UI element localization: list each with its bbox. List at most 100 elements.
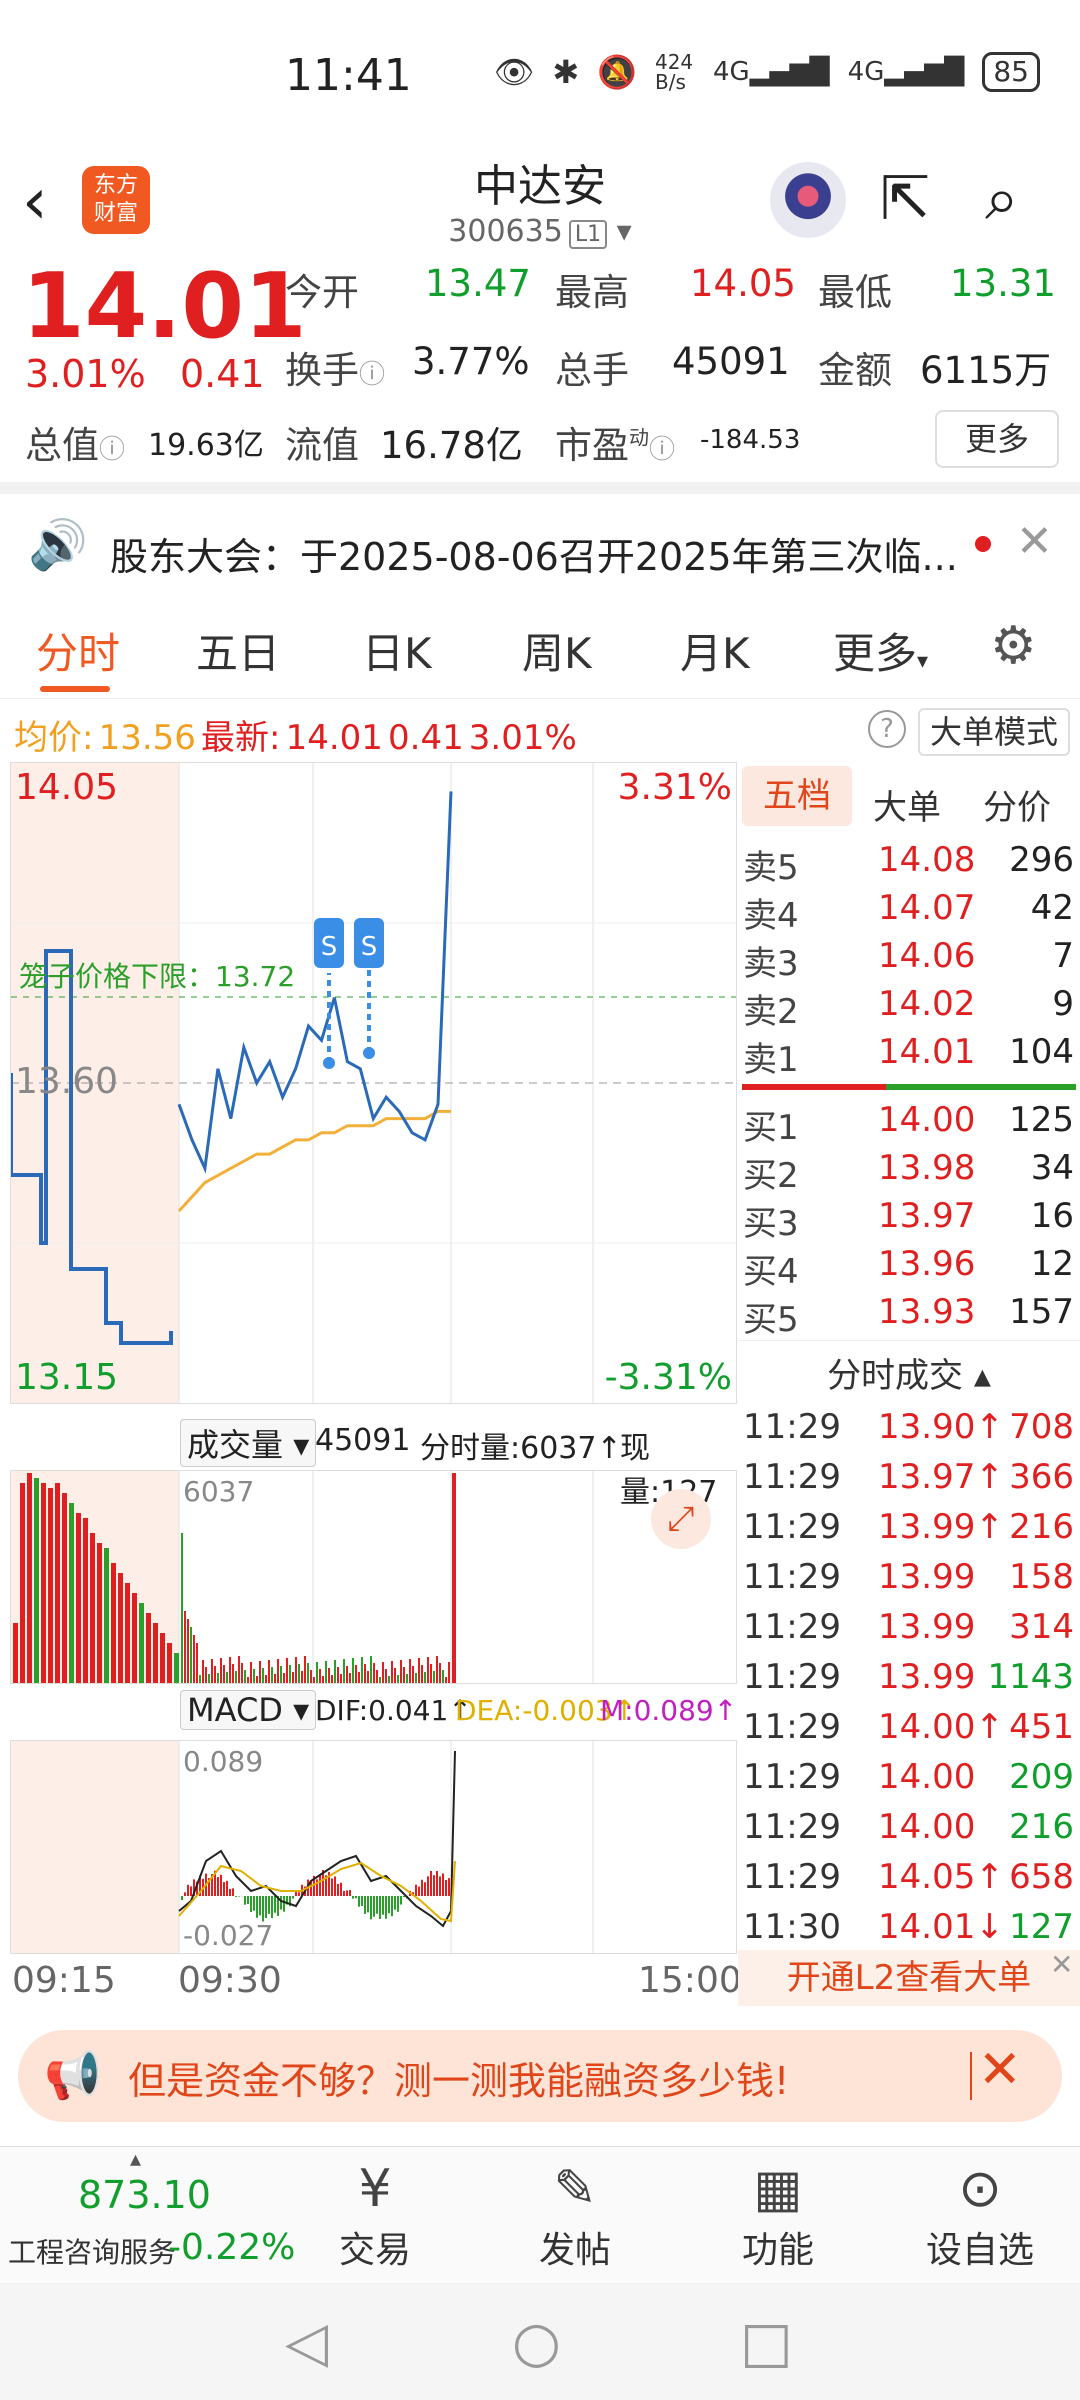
tab-more[interactable]: 更多▾ bbox=[833, 620, 928, 681]
macd-bar bbox=[394, 1896, 396, 1910]
macd-bar bbox=[424, 1882, 426, 1896]
volume-bar bbox=[397, 1675, 399, 1683]
buy-level-row[interactable]: 买4 13.96 12 bbox=[738, 1244, 1080, 1292]
volume-bar bbox=[328, 1668, 330, 1683]
open-l2-button[interactable]: 开通L2查看大单 bbox=[738, 1950, 1080, 2006]
share-icon[interactable]: ⇱ bbox=[880, 164, 930, 234]
system-home-icon[interactable]: ○ bbox=[512, 2310, 561, 2375]
macd-chart[interactable]: 0.089 -0.027 bbox=[10, 1740, 737, 1954]
open-value: 13.47 bbox=[425, 262, 531, 305]
nav-functions[interactable]: ▦ 功能 bbox=[708, 2157, 848, 2273]
trade-price: 14.05↑ bbox=[878, 1857, 1004, 1897]
macd-bar bbox=[382, 1896, 384, 1915]
tab-daily-k[interactable]: 日K bbox=[362, 620, 432, 681]
tab-monthly-k[interactable]: 月K bbox=[680, 620, 750, 681]
macd-bar bbox=[247, 1896, 249, 1905]
book-level-label: 卖3 bbox=[743, 944, 799, 984]
intraday-price-chart[interactable]: S S 14.05 13.15 3.31% -3.31% 13.60 笼子价格下… bbox=[9, 762, 737, 1404]
macd-bar bbox=[274, 1896, 276, 1913]
volume-bar bbox=[146, 1613, 151, 1683]
macd-bar bbox=[184, 1892, 186, 1896]
settings-icon[interactable]: ⚙ bbox=[990, 616, 1037, 676]
sell-level-row[interactable]: 卖2 14.02 9 bbox=[738, 984, 1080, 1032]
buy-level-row[interactable]: 买2 13.98 34 bbox=[738, 1148, 1080, 1196]
buy-level-row[interactable]: 买5 13.93 157 bbox=[738, 1292, 1080, 1340]
volume-indicator-select[interactable]: 成交量 ▾ bbox=[180, 1419, 317, 1467]
l2-close-icon[interactable]: ✕ bbox=[1050, 1948, 1073, 1981]
volume-bar bbox=[256, 1676, 258, 1683]
nav-post[interactable]: ✎ 发帖 bbox=[505, 2157, 645, 2273]
tab-big-orders[interactable]: 大单 bbox=[873, 780, 941, 829]
volume-bar bbox=[421, 1665, 423, 1683]
volume-total: 45091 bbox=[315, 1423, 411, 1458]
trade-volume: 216 bbox=[1009, 1507, 1074, 1547]
notice-bar[interactable]: 🔊 股东大会：于2025-08-06召开2025年第三次临... ✕ bbox=[0, 494, 1080, 594]
system-back-icon[interactable]: ◁ bbox=[285, 2310, 328, 2375]
book-volume: 157 bbox=[1009, 1292, 1074, 1332]
volume-bar bbox=[448, 1662, 450, 1683]
trades-title[interactable]: 分时成交 ▴ bbox=[738, 1348, 1080, 1397]
more-button[interactable]: 更多 bbox=[935, 410, 1059, 468]
net-speed: 424 B/s bbox=[654, 50, 694, 94]
macd-bar bbox=[226, 1880, 228, 1896]
expand-icon[interactable]: ⤢ bbox=[651, 1489, 711, 1549]
macd-bar bbox=[364, 1896, 366, 1914]
sell-level-row[interactable]: 卖5 14.08 296 bbox=[738, 840, 1080, 888]
system-recents-icon[interactable]: □ bbox=[740, 2310, 793, 2375]
big-order-mode-button[interactable]: 大单模式 bbox=[918, 708, 1071, 756]
tab-intraday[interactable]: 分时 bbox=[36, 620, 120, 681]
trade-volume: 366 bbox=[1009, 1457, 1074, 1497]
promo-close-icon[interactable]: ✕ bbox=[978, 2040, 1022, 2100]
volume-chart[interactable]: 6037 ⤢ bbox=[10, 1470, 737, 1684]
macd-indicator-select[interactable]: MACD ▾ bbox=[180, 1690, 317, 1730]
trade-markers[interactable]: S S bbox=[314, 918, 384, 1069]
macd-bar bbox=[436, 1871, 438, 1896]
tab-5day[interactable]: 五日 bbox=[196, 620, 280, 681]
nav-trade[interactable]: ¥ 交易 bbox=[305, 2157, 445, 2273]
trade-volume: 216 bbox=[1009, 1807, 1074, 1847]
volume-bar bbox=[340, 1674, 342, 1683]
sell-level-row[interactable]: 卖4 14.07 42 bbox=[738, 888, 1080, 936]
index-change[interactable]: -0.22% bbox=[168, 2227, 295, 2268]
volume-bar bbox=[307, 1663, 309, 1683]
buy-level-row[interactable]: 买3 13.97 16 bbox=[738, 1196, 1080, 1244]
macd-bar bbox=[346, 1890, 348, 1896]
macd-bar bbox=[361, 1896, 363, 1906]
index-name[interactable]: 工程咨询服务 bbox=[8, 2231, 176, 2271]
volume-bar bbox=[418, 1658, 420, 1683]
volume-bar bbox=[184, 1611, 186, 1683]
trade-volume: 127 bbox=[1009, 1907, 1074, 1947]
volume-bar bbox=[346, 1666, 348, 1683]
volume-bar bbox=[241, 1663, 243, 1683]
assistant-robot-icon[interactable] bbox=[770, 162, 846, 238]
index-value[interactable]: 873.10 bbox=[78, 2173, 211, 2217]
macd-bar bbox=[292, 1896, 294, 1899]
sell-level-row[interactable]: 卖3 14.06 7 bbox=[738, 936, 1080, 984]
volume-bar bbox=[388, 1676, 390, 1683]
notice-text[interactable]: 股东大会：于2025-08-06召开2025年第三次临... bbox=[110, 526, 958, 581]
search-icon[interactable]: ⌕ bbox=[985, 164, 1019, 234]
trade-volume: 708 bbox=[1009, 1407, 1074, 1447]
nav-add-watchlist[interactable]: ⊙ 设自选 bbox=[910, 2157, 1050, 2273]
tab-five-levels[interactable]: 五档 bbox=[742, 766, 852, 826]
trade-row: 11:29 14.00 209 bbox=[738, 1757, 1080, 1807]
avg-label: 均价: bbox=[14, 718, 94, 758]
edit-icon: ✎ bbox=[553, 2159, 597, 2219]
sell-level-row[interactable]: 卖1 14.01 104 bbox=[738, 1032, 1080, 1080]
promo-banner[interactable]: 📢 但是资金不够？测一测我能融资多少钱! ✕ bbox=[18, 2030, 1062, 2122]
macd-bar bbox=[355, 1896, 357, 1899]
promo-text[interactable]: 但是资金不够？测一测我能融资多少钱! bbox=[128, 2050, 789, 2105]
book-level-label: 卖2 bbox=[743, 992, 799, 1032]
volume-bar bbox=[153, 1623, 158, 1683]
close-icon[interactable]: ✕ bbox=[1016, 516, 1053, 567]
help-icon[interactable]: ? bbox=[868, 710, 906, 748]
volume-label: 总手 bbox=[555, 349, 629, 392]
tab-weekly-k[interactable]: 周K bbox=[522, 620, 592, 681]
volume-bar bbox=[190, 1627, 192, 1683]
volume-minute: 分时量:6037↑ bbox=[420, 1431, 622, 1466]
volume-bar bbox=[262, 1668, 264, 1683]
trade-row: 11:29 13.99 314 bbox=[738, 1607, 1080, 1657]
buy-level-row[interactable]: 买1 14.00 125 bbox=[738, 1100, 1080, 1148]
tab-price-distribution[interactable]: 分价 bbox=[983, 780, 1051, 829]
volume-bar bbox=[205, 1667, 207, 1683]
